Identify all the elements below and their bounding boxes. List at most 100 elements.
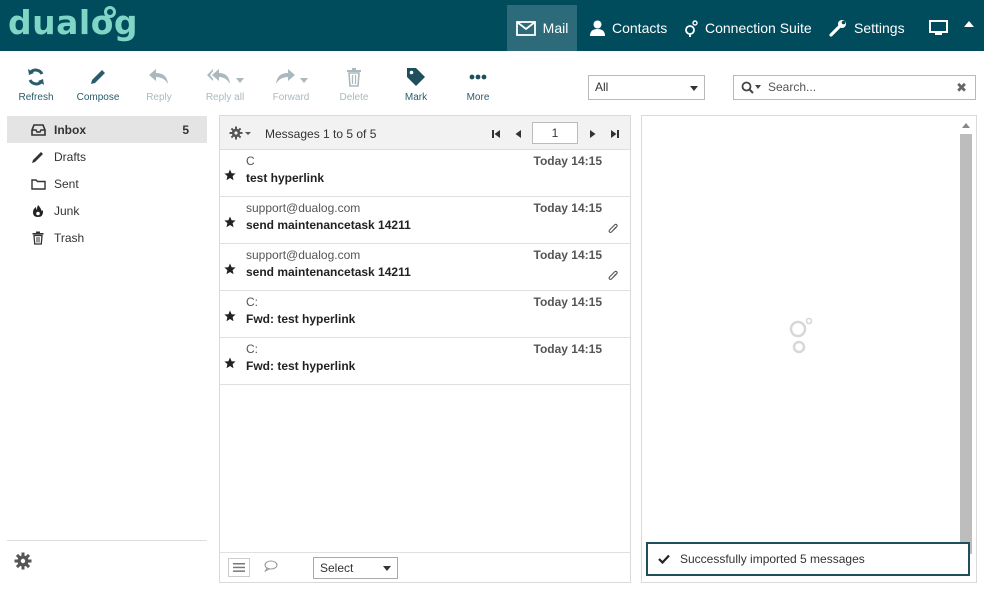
unread-count: 5 — [182, 122, 189, 137]
folder-junk[interactable]: Junk — [7, 197, 207, 224]
folder-trash[interactable]: Trash — [7, 224, 207, 251]
select-dropdown[interactable]: Select — [313, 557, 398, 579]
sidebar-divider — [7, 540, 207, 541]
nav-settings-label: Settings — [854, 20, 905, 36]
reply-all-button[interactable]: Reply all — [202, 66, 248, 103]
nav-connection-suite[interactable]: Connection Suite — [684, 5, 812, 51]
preview-scrollbar[interactable] — [960, 120, 972, 578]
folder-label: Drafts — [54, 149, 87, 164]
nav-settings[interactable]: Settings — [829, 5, 905, 51]
star-icon[interactable] — [224, 169, 236, 184]
select-label: Select — [320, 561, 354, 575]
pencil-icon — [30, 150, 46, 164]
logo-text: dualog — [8, 3, 138, 42]
folder-inbox[interactable]: Inbox 5 — [7, 116, 207, 143]
reply-button[interactable]: Reply — [143, 66, 175, 103]
forward-icon — [270, 66, 312, 88]
dualog-logo[interactable]: dualog — [8, 4, 138, 46]
next-page-button[interactable] — [589, 127, 597, 142]
more-label: More — [466, 92, 490, 103]
top-navigation-bar: dualog Mail Contacts Connection Suite Se… — [0, 0, 984, 51]
mark-label: Mark — [404, 92, 428, 103]
folder-label: Trash — [54, 230, 85, 245]
star-icon[interactable] — [224, 263, 236, 278]
search-box[interactable]: ✖ — [733, 75, 976, 100]
message-subject: Fwd: test hyperlink — [246, 312, 356, 326]
folder-settings-button[interactable] — [14, 552, 32, 573]
message-row[interactable]: C Today 14:15 test hyperlink — [220, 150, 630, 197]
nav-contacts[interactable]: Contacts — [590, 5, 667, 51]
list-view-button[interactable] — [228, 558, 250, 577]
last-page-button[interactable] — [610, 127, 620, 142]
message-list-footer: Select — [220, 552, 630, 582]
star-icon[interactable] — [224, 310, 236, 325]
logo-ring-icon — [104, 6, 116, 18]
search-options-icon[interactable] — [741, 81, 763, 95]
message-subject: Fwd: test hyperlink — [246, 359, 356, 373]
scrollbar-thumb[interactable] — [960, 134, 972, 554]
display-button[interactable] — [929, 5, 955, 51]
message-list-header: Messages 1 to 5 of 5 1 — [220, 116, 630, 150]
nav-mail[interactable]: Mail — [507, 5, 577, 51]
pencil-icon — [75, 66, 121, 88]
nav-contacts-label: Contacts — [612, 20, 668, 36]
message-row[interactable]: support@dualog.com Today 14:15 send main… — [220, 197, 630, 244]
fire-icon — [30, 204, 46, 218]
refresh-button[interactable]: Refresh — [17, 66, 55, 103]
message-from: support@dualog.com — [246, 248, 361, 262]
dropdown-caret-icon — [300, 77, 308, 83]
message-from: C: — [246, 342, 258, 356]
wrench-icon — [829, 19, 847, 37]
gear-icon — [14, 552, 32, 573]
checkmark-icon — [658, 554, 670, 564]
reply-label: Reply — [146, 92, 172, 103]
mark-button[interactable]: Mark — [402, 66, 430, 103]
folder-sent[interactable]: Sent — [7, 170, 207, 197]
star-icon[interactable] — [224, 216, 236, 231]
paperclip-icon — [608, 270, 618, 285]
message-count: Messages 1 to 5 of 5 — [265, 127, 377, 141]
message-list: Messages 1 to 5 of 5 1 C Today 14:15 tes… — [219, 115, 631, 583]
tag-icon — [402, 66, 430, 88]
nav-connection-suite-label: Connection Suite — [705, 20, 812, 36]
message-row[interactable]: support@dualog.com Today 14:15 send main… — [220, 244, 630, 291]
reply-icon — [143, 66, 175, 88]
compose-label: Compose — [76, 92, 120, 103]
page-number-input[interactable]: 1 — [532, 122, 578, 144]
folder-icon — [30, 178, 46, 190]
first-page-button[interactable] — [491, 127, 501, 142]
star-icon[interactable] — [224, 357, 236, 372]
message-row[interactable]: C: Today 14:15 Fwd: test hyperlink — [220, 338, 630, 385]
clear-search-icon[interactable]: ✖ — [956, 80, 967, 96]
status-toast: Successfully imported 5 messages — [646, 542, 970, 576]
delete-button[interactable]: Delete — [338, 66, 370, 103]
reply-all-label: Reply all — [205, 92, 245, 103]
filter-select[interactable]: All — [588, 75, 705, 100]
search-input[interactable] — [768, 80, 948, 94]
forward-label: Forward — [272, 92, 310, 103]
speech-bubble-icon — [264, 560, 278, 573]
scroll-up-icon[interactable] — [962, 123, 970, 128]
folder-label: Sent — [54, 176, 79, 191]
connection-icon — [684, 19, 698, 37]
message-time: Today 14:15 — [533, 154, 602, 168]
trash-icon — [30, 231, 46, 245]
paperclip-icon — [608, 223, 618, 238]
folder-drafts[interactable]: Drafts — [7, 143, 207, 170]
prev-page-button[interactable] — [514, 127, 522, 142]
collapse-header-button[interactable] — [964, 14, 974, 30]
thread-view-button[interactable] — [264, 560, 278, 575]
message-row[interactable]: C: Today 14:15 Fwd: test hyperlink — [220, 291, 630, 338]
list-options-button[interactable] — [229, 126, 253, 140]
folder-label: Junk — [54, 203, 80, 218]
compose-button[interactable]: Compose — [75, 66, 121, 103]
message-from: C — [246, 154, 255, 168]
more-button[interactable]: More — [464, 66, 492, 103]
message-from: C: — [246, 295, 258, 309]
nav-mail-label: Mail — [542, 20, 569, 36]
message-subject: send maintenancetask 14211 — [246, 218, 411, 232]
forward-button[interactable]: Forward — [270, 66, 312, 103]
message-subject: send maintenancetask 14211 — [246, 265, 411, 279]
folder-label: Inbox — [54, 122, 86, 137]
toast-message: Successfully imported 5 messages — [680, 552, 865, 566]
